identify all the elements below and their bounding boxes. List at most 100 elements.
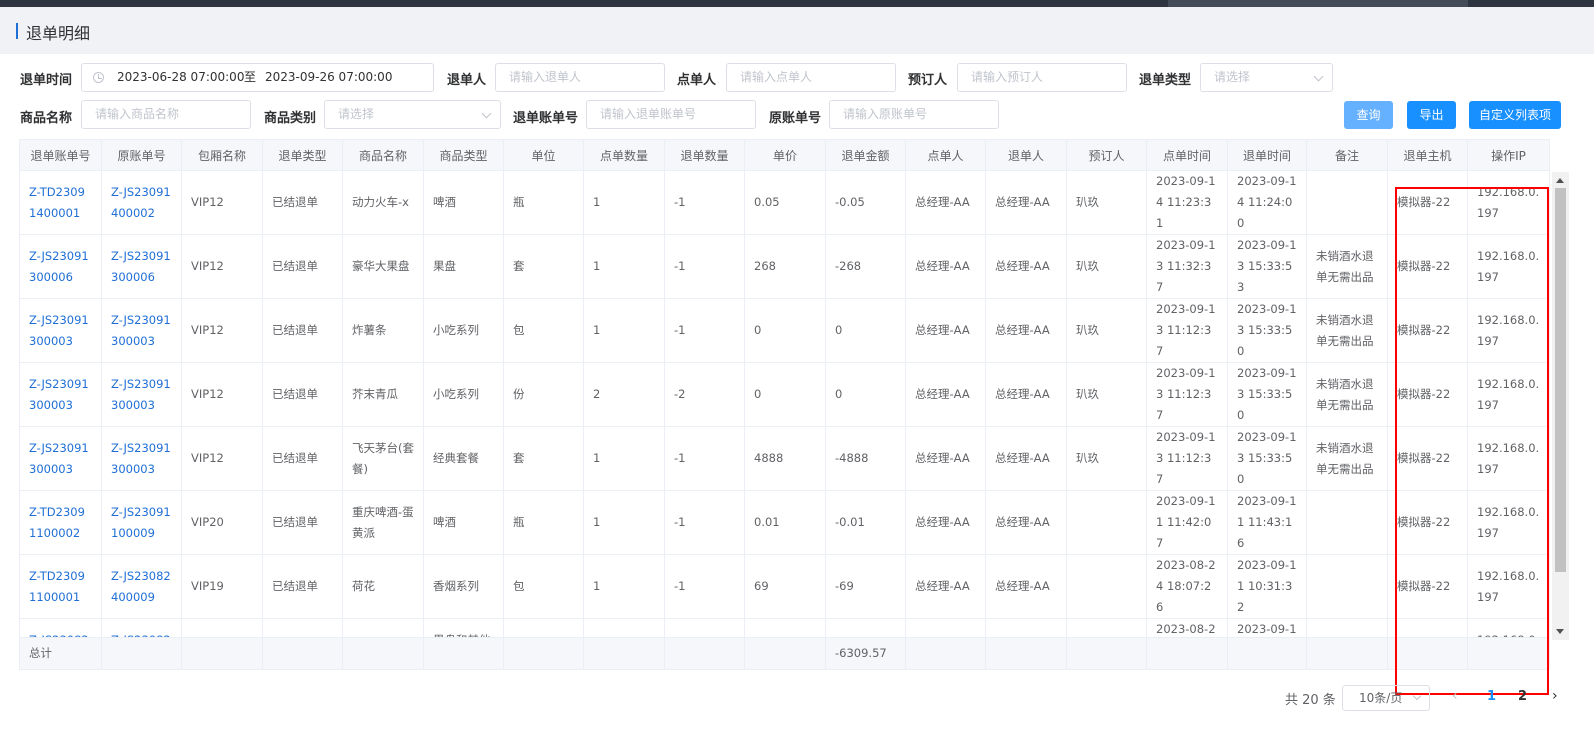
next-page-icon[interactable]: ›	[1552, 688, 1558, 704]
content-panel: 退单时间 2023-06-28 07:00:00 至 2023-09-26 07…	[0, 54, 1594, 749]
date-end[interactable]: 2023-09-26 07:00:00	[265, 64, 392, 91]
table-cell: 重庆啤酒-蛋黄派	[342, 490, 424, 555]
refund-person-input[interactable]: 请输入退单人	[495, 63, 665, 92]
custom-columns-button[interactable]: 自定义列表项	[1469, 101, 1561, 129]
table-cell: -1	[664, 554, 745, 619]
refund-bill-link[interactable]: Z-TD23091400001	[19, 170, 102, 235]
orig-bill-link[interactable]: Z-JS23082400009	[101, 554, 182, 619]
scroll-up-arrow-icon[interactable]	[1556, 178, 1564, 183]
table-row[interactable]: Z-TD23091100001 Z-JS23082400009 VIP19 已结退单荷…	[19, 554, 1550, 619]
orig-bill-link[interactable]: Z-JS23091300003	[101, 298, 182, 363]
total-amount: -6309.57	[825, 637, 906, 670]
table-row[interactable]: Z-TD23091100002 Z-JS23091100009 VIP20 已结退单重…	[19, 490, 1550, 555]
query-button[interactable]: 查询	[1344, 101, 1393, 129]
orig-bill-no-input[interactable]: 请输入原账单号	[829, 100, 999, 129]
refund-bill-link[interactable]: Z-TD23091100001	[19, 554, 102, 619]
table-header-row: 退单账单号 原账单号 包厢名称 退单类型 商品名称 商品类型 单位 点单数量 退单数量 单价 退单金…	[19, 139, 1550, 171]
table-row[interactable]: Z-TD23091400001 Z-JS23091400002 VIP12 已结退单动…	[19, 170, 1550, 235]
order-person-label: 点单人	[677, 73, 717, 88]
table-cell: 玐玖	[1066, 362, 1147, 427]
title-accent-bar	[16, 23, 18, 39]
goods-category-placeholder: 请选择	[338, 107, 375, 121]
orig-bill-link[interactable]: Z-JS23091300003	[101, 362, 182, 427]
page-size-select[interactable]: 10条/页	[1342, 685, 1430, 711]
page-1-button[interactable]: 1	[1487, 689, 1496, 704]
date-start[interactable]: 2023-06-28 07:00:00	[117, 64, 244, 91]
table-cell: -1	[664, 490, 745, 555]
table-cell: -0.05	[825, 170, 906, 235]
table-cell: 玐玖	[1066, 298, 1147, 363]
table-cell: 2023-09-13 15:33:50	[1227, 362, 1307, 427]
export-button[interactable]: 导出	[1407, 101, 1456, 129]
chevron-down-icon	[1412, 691, 1422, 701]
table-cell: 包	[503, 298, 584, 363]
goods-category-select[interactable]: 请选择	[324, 100, 501, 129]
orig-bill-link[interactable]: Z-JS23091400002	[101, 170, 182, 235]
orig-bill-link[interactable]: Z-JS23091100009	[101, 490, 182, 555]
refund-bill-no-input[interactable]: 请输入退单账单号	[586, 100, 756, 129]
column-header: 点单人	[905, 139, 986, 171]
table-row[interactable]: Z-JS23091300003 Z-JS23091300003 VIP12 已结退单芥…	[19, 362, 1550, 427]
page-2-button[interactable]: 2	[1518, 689, 1527, 704]
orig-bill-link[interactable]: Z-JS23091300003	[101, 426, 182, 491]
table-cell: -0.01	[825, 490, 906, 555]
table-cell: 已结退单	[262, 362, 343, 427]
refund-bill-link[interactable]: Z-TD23091100002	[19, 490, 102, 555]
page-size-value: 10条/页	[1359, 691, 1403, 705]
table-cell: 套	[503, 234, 584, 299]
table-cell: 0.05	[744, 170, 826, 235]
table-cell: 0.01	[744, 490, 826, 555]
refund-type-placeholder: 请选择	[1214, 70, 1251, 84]
table-cell: 1	[583, 298, 665, 363]
table-vertical-scrollbar[interactable]	[1552, 172, 1569, 640]
table-cell: 总经理-AA	[905, 362, 986, 427]
table-cell	[1066, 554, 1147, 619]
table-cell: VIP12	[181, 170, 263, 235]
table-cell: 2023-09-14 11:24:00	[1227, 170, 1307, 235]
refund-bill-link[interactable]: Z-JS23091300003	[19, 426, 102, 491]
column-header: 退单主机	[1387, 139, 1468, 171]
table-cell: 2023-09-11 11:43:16	[1227, 490, 1307, 555]
scroll-down-arrow-icon[interactable]	[1556, 629, 1564, 634]
table-cell: 2	[583, 362, 665, 427]
column-header: 单位	[503, 139, 584, 171]
table-cell: 0	[744, 298, 826, 363]
table-cell: 炸薯条	[342, 298, 424, 363]
table-cell	[1306, 170, 1388, 235]
table-cell: 瓶	[503, 490, 584, 555]
highlight-box	[1395, 187, 1549, 695]
goods-name-input[interactable]: 请输入商品名称	[81, 100, 251, 129]
table-cell: 未销酒水退单无需出品	[1306, 298, 1388, 363]
table-cell: 总经理-AA	[905, 490, 986, 555]
date-range-picker[interactable]: 2023-06-28 07:00:00 至 2023-09-26 07:00:0…	[81, 63, 434, 92]
prev-page-icon[interactable]: ‹	[1452, 688, 1458, 704]
table-cell: 1	[583, 234, 665, 299]
table-cell: 份	[503, 362, 584, 427]
window-tab[interactable]	[1168, 0, 1468, 7]
column-header: 退单时间	[1227, 139, 1307, 171]
table-cell: 总经理-AA	[905, 426, 986, 491]
table-cell: 果盘	[423, 234, 504, 299]
table-row[interactable]: Z-JS23091300003 Z-JS23091300003 VIP12 已结退单飞…	[19, 426, 1550, 491]
table-cell: -4888	[825, 426, 906, 491]
orig-bill-link[interactable]: Z-JS23091300006	[101, 234, 182, 299]
table-cell: VIP12	[181, 298, 263, 363]
table-cell: 总经理-AA	[985, 234, 1067, 299]
table-cell: 总经理-AA	[985, 170, 1067, 235]
table-cell: VIP19	[181, 554, 263, 619]
scrollbar-thumb[interactable]	[1555, 188, 1566, 572]
table-cell: 玐玖	[1066, 170, 1147, 235]
order-person-input[interactable]: 请输入点单人	[726, 63, 896, 92]
booker-input[interactable]: 请输入预订人	[957, 63, 1127, 92]
column-header: 退单类型	[262, 139, 343, 171]
refund-bill-link[interactable]: Z-JS23091300006	[19, 234, 102, 299]
table-cell: 总经理-AA	[905, 234, 986, 299]
table-row[interactable]: Z-JS23091300003 Z-JS23091300003 VIP12 已结退单炸…	[19, 298, 1550, 363]
table-cell: -1	[664, 234, 745, 299]
refund-bill-link[interactable]: Z-JS23091300003	[19, 298, 102, 363]
table-body: Z-TD23091400001 Z-JS23091400002 VIP12 已结退单动…	[19, 170, 1550, 670]
table-cell: 0	[825, 362, 906, 427]
refund-bill-link[interactable]: Z-JS23091300003	[19, 362, 102, 427]
table-row[interactable]: Z-JS23091300006 Z-JS23091300006 VIP12 已结退单豪…	[19, 234, 1550, 299]
refund-type-select[interactable]: 请选择	[1200, 63, 1333, 92]
